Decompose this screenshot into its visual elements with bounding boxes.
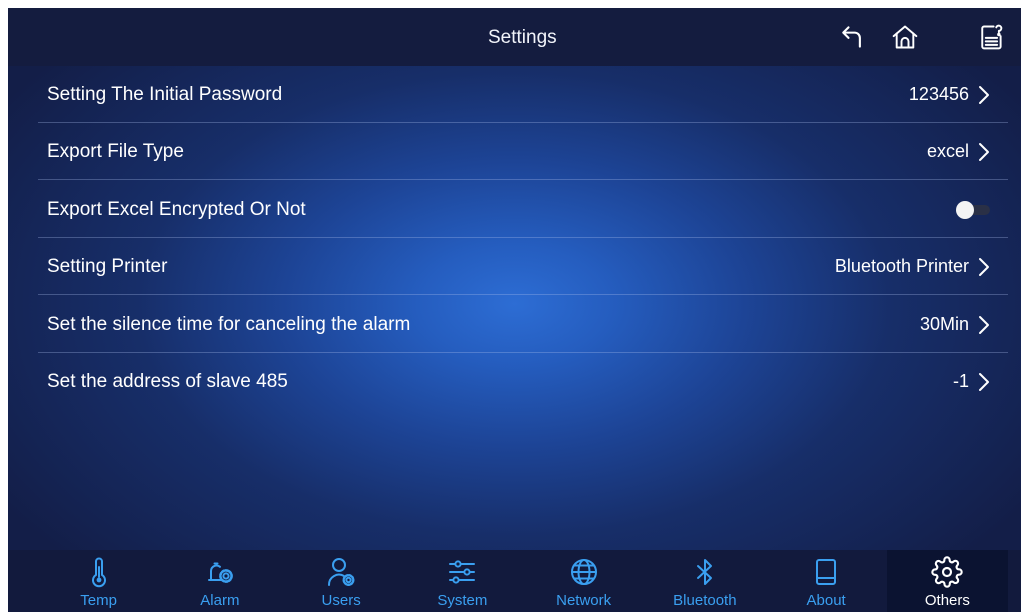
chevron-right-icon xyxy=(979,372,989,391)
setting-value-group: 123456 xyxy=(909,66,990,123)
tab-label: Temp xyxy=(80,592,117,609)
user-gear-icon xyxy=(325,556,357,588)
setting-value: excel xyxy=(926,141,969,161)
setting-value: Bluetooth Printer xyxy=(834,256,969,276)
setting-label: Export File Type xyxy=(47,141,184,162)
tab-label: Bluetooth xyxy=(673,592,737,609)
tab-alarm[interactable]: Alarm xyxy=(159,550,280,612)
tab-network[interactable]: Network xyxy=(523,550,644,612)
chevron-right-icon xyxy=(979,257,989,276)
tab-label: Network xyxy=(556,592,612,609)
tab-label: Alarm xyxy=(200,592,240,609)
back-button[interactable] xyxy=(838,23,866,51)
tab-system[interactable]: System xyxy=(402,550,523,612)
globe-icon xyxy=(568,556,600,588)
tab-label: About xyxy=(806,592,846,609)
setting-value: -1 xyxy=(952,371,969,391)
bluetooth-icon xyxy=(689,556,721,588)
encrypt-toggle[interactable] xyxy=(956,200,990,219)
setting-row-export-file-type[interactable]: Export File Type excel xyxy=(8,123,1021,180)
setting-label: Setting The Initial Password xyxy=(47,84,283,105)
thermometer-icon xyxy=(83,556,115,588)
sliders-icon xyxy=(446,556,478,588)
home-icon xyxy=(892,25,918,49)
setting-row-slave-address[interactable]: Set the address of slave 485 -1 xyxy=(8,353,1021,410)
alarm-bell-gear-icon xyxy=(204,556,236,588)
setting-row-initial-password[interactable]: Setting The Initial Password 123456 xyxy=(8,66,1021,123)
setting-row-printer[interactable]: Setting Printer Bluetooth Printer xyxy=(8,238,1021,295)
row-divider xyxy=(38,294,1008,295)
setting-label: Setting Printer xyxy=(47,256,168,277)
setting-row-silence-time[interactable]: Set the silence time for canceling the a… xyxy=(8,296,1021,353)
settings-screen: Settings Setting The Initial Password 12… xyxy=(8,8,1021,612)
bottom-nav: Temp Alarm Users System Network Bluetoot… xyxy=(8,550,1021,612)
help-document-icon xyxy=(981,24,1003,50)
help-button[interactable] xyxy=(977,23,1005,51)
setting-value: 30Min xyxy=(919,314,969,334)
header-bar: Settings xyxy=(8,8,1021,66)
gear-icon xyxy=(931,556,964,588)
back-arrow-icon xyxy=(842,26,861,48)
setting-label: Set the address of slave 485 xyxy=(47,371,288,392)
nav-tabs: Temp Alarm Users System Network Bluetoot… xyxy=(38,550,1008,612)
chevron-right-icon xyxy=(979,315,989,334)
tab-label: Others xyxy=(924,592,970,609)
setting-label: Export Excel Encrypted Or Not xyxy=(47,199,306,220)
tablet-icon xyxy=(810,556,842,588)
setting-value-group: 30Min xyxy=(920,296,990,353)
setting-label: Set the silence time for canceling the a… xyxy=(47,314,411,335)
tab-users[interactable]: Users xyxy=(281,550,402,612)
setting-value-group: excel xyxy=(927,123,990,180)
home-button[interactable] xyxy=(891,23,919,51)
chevron-right-icon xyxy=(979,142,989,161)
setting-value-group: -1 xyxy=(953,353,990,410)
toggle-knob xyxy=(956,200,974,219)
page-title: Settings xyxy=(488,27,557,48)
setting-value-group: Bluetooth Printer xyxy=(835,238,990,295)
setting-row-export-encrypted: Export Excel Encrypted Or Not xyxy=(8,181,1021,238)
tab-temp[interactable]: Temp xyxy=(38,550,159,612)
setting-value-group xyxy=(956,181,990,238)
chevron-right-icon xyxy=(979,85,989,104)
row-divider xyxy=(38,179,1008,180)
tab-label: System xyxy=(437,592,488,609)
tab-bluetooth[interactable]: Bluetooth xyxy=(644,550,765,612)
tab-about[interactable]: About xyxy=(766,550,887,612)
tab-others[interactable]: Others xyxy=(886,550,1008,612)
tab-label: Users xyxy=(321,592,361,609)
setting-value: 123456 xyxy=(908,84,969,104)
